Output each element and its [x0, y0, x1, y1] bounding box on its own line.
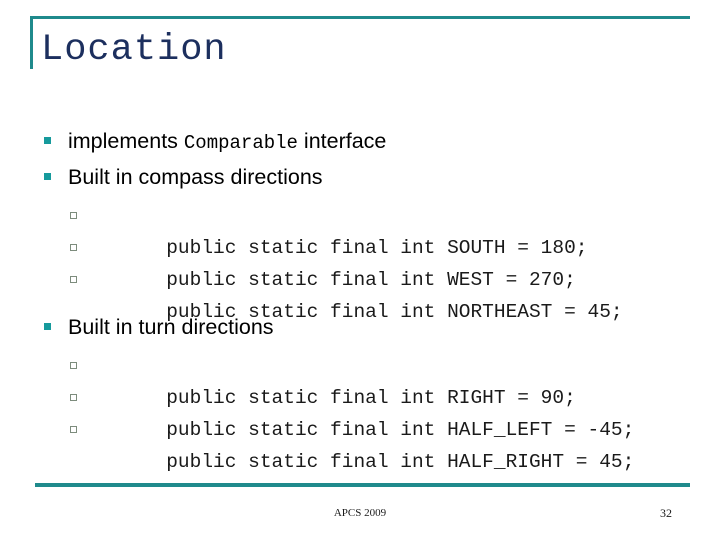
hollow-square-bullet-icon — [70, 244, 77, 251]
bullet-text-prefix: implements — [68, 129, 184, 153]
square-bullet-icon — [44, 323, 51, 330]
bullet-label: Built in turn directions — [68, 315, 274, 339]
bullet-text-suffix: interface — [297, 129, 387, 153]
hollow-square-bullet-icon — [70, 394, 77, 401]
code-text: public static final int HALF_RIGHT = 45; — [166, 451, 635, 473]
code-line-west: public static final int WEST = 270; — [0, 232, 720, 291]
bullet-text-code: Comparable — [183, 132, 298, 154]
hollow-square-bullet-icon — [70, 212, 77, 219]
footer-rule — [35, 483, 690, 487]
footer-center-text: APCS 2009 — [333, 507, 387, 519]
footer-page-number: 32 — [660, 506, 672, 520]
square-bullet-icon — [44, 137, 51, 144]
code-line-northeast: public static final int NORTHEAST = 45; — [0, 264, 720, 323]
slide: Location implements Comparable interface… — [0, 0, 720, 540]
hollow-square-bullet-icon — [70, 362, 77, 369]
bullet-label: Built in compass directions — [68, 165, 323, 189]
hollow-square-bullet-icon — [70, 426, 77, 433]
title-top-rule — [30, 16, 690, 19]
bullet-turn-directions: Built in turn directions — [0, 312, 720, 342]
code-line-south: public static final int SOUTH = 180; — [0, 200, 720, 259]
slide-body: implements Comparable interface Built in… — [0, 126, 720, 473]
code-line-right: public static final int RIGHT = 90; — [0, 350, 720, 409]
bullet-compass-directions: Built in compass directions — [0, 162, 720, 192]
code-line-half-left: public static final int HALF_LEFT = -45; — [0, 382, 720, 441]
bullet-implements-comparable: implements Comparable interface — [0, 126, 720, 158]
square-bullet-icon — [44, 173, 51, 180]
title-left-rule — [30, 16, 33, 69]
page-title: Location — [41, 29, 227, 71]
code-line-half-right: public static final int HALF_RIGHT = 45; — [0, 414, 720, 473]
hollow-square-bullet-icon — [70, 276, 77, 283]
